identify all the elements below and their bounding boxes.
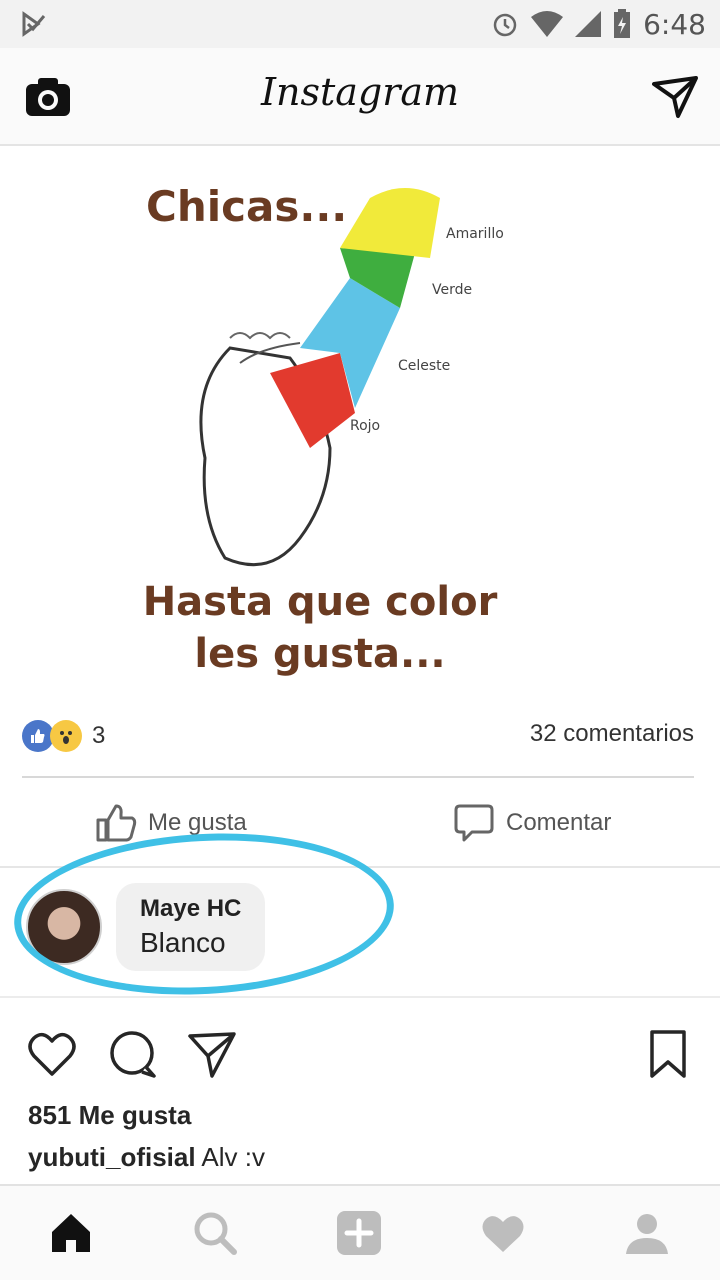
comment-icon[interactable]	[106, 1028, 158, 1080]
activity-icon[interactable]	[480, 1210, 526, 1256]
bookmark-icon[interactable]	[642, 1028, 694, 1080]
meme-bottom-text: Hasta que color les gusta...	[0, 576, 640, 680]
caption: yubuti_ofisial Alv :v	[28, 1142, 265, 1173]
wow-reaction-icon	[50, 720, 82, 752]
home-icon[interactable]	[48, 1210, 94, 1256]
wifi-icon	[531, 11, 564, 37]
fb-actions-row: Me gusta Comentar	[0, 798, 720, 848]
thumbs-up-icon	[96, 804, 137, 842]
highlight-circle	[10, 824, 398, 1004]
reactions-summary[interactable]: 3	[22, 718, 105, 754]
profile-icon[interactable]	[624, 1210, 670, 1256]
app-logo: Instagram	[260, 70, 460, 114]
battery-icon	[614, 9, 631, 38]
add-icon[interactable]	[336, 1210, 382, 1256]
reactions-count: 3	[92, 722, 106, 749]
label-amarillo: Amarillo	[446, 226, 504, 242]
label-verde: Verde	[432, 282, 473, 298]
post-image[interactable]: Chicas... Amarillo Verde Celeste Rojo Ha…	[0, 158, 720, 703]
heart-icon[interactable]	[26, 1028, 78, 1080]
notification-icon	[22, 11, 46, 37]
alarm-icon	[493, 13, 517, 37]
post: Chicas... Amarillo Verde Celeste Rojo Ha…	[0, 158, 720, 1004]
band-yellow	[340, 188, 440, 258]
caption-username[interactable]: yubuti_ofisial	[28, 1142, 196, 1172]
band-red	[270, 353, 355, 448]
ig-actions-row	[0, 1028, 720, 1084]
app-header: Instagram	[0, 48, 720, 146]
label-celeste: Celeste	[398, 358, 451, 374]
send-icon[interactable]	[652, 74, 698, 120]
status-bar: 6:48	[0, 0, 720, 48]
fb-comment-button[interactable]: Comentar	[454, 804, 611, 842]
meme-bottom-line2: les gusta...	[194, 631, 446, 677]
bottom-nav	[0, 1184, 720, 1280]
divider	[0, 996, 720, 998]
comment-bubble-icon	[454, 804, 494, 842]
divider	[22, 776, 694, 778]
signal-icon	[575, 11, 602, 37]
meme-bottom-line1: Hasta que color	[142, 579, 498, 625]
share-icon[interactable]	[186, 1028, 238, 1080]
likes-count[interactable]: 851 Me gusta	[28, 1100, 191, 1131]
status-time: 6:48	[643, 7, 706, 41]
caption-text: Alv :v	[201, 1142, 265, 1172]
comments-count[interactable]: 32 comentarios	[530, 720, 694, 748]
search-icon[interactable]	[192, 1210, 238, 1256]
fb-comment-label: Comentar	[506, 809, 612, 836]
label-rojo: Rojo	[350, 418, 381, 434]
